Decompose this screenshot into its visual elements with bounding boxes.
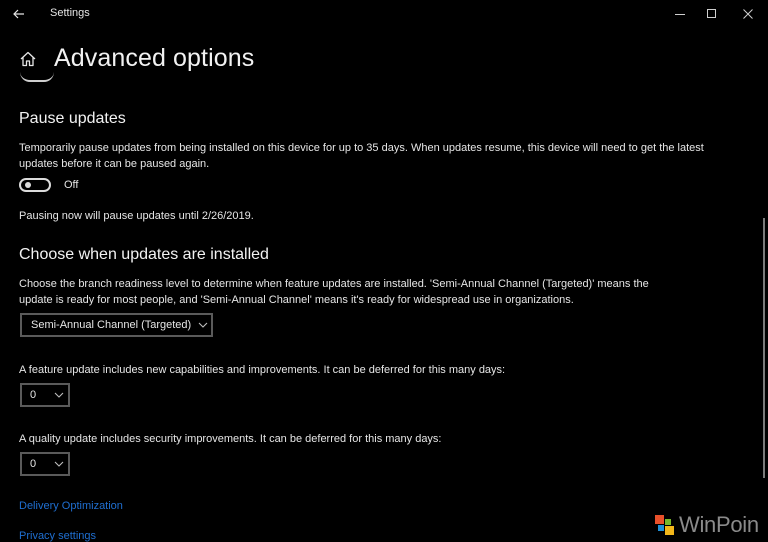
branch-readiness-value: Semi-Annual Channel (Targeted): [31, 319, 192, 331]
choose-when-heading: Choose when updates are installed: [19, 246, 269, 263]
toggle-knob: [25, 182, 31, 188]
winpoin-watermark: WinPoin: [655, 512, 759, 538]
maximize-button[interactable]: [698, 4, 726, 24]
choose-when-description: Choose the branch readiness level to det…: [19, 278, 649, 306]
back-arrow-icon: [13, 9, 24, 19]
winpoin-logo-icon: [655, 515, 675, 535]
home-icon: [20, 51, 36, 67]
pause-updates-toggle-label: Off: [64, 179, 79, 191]
title-bar: Settings: [0, 0, 768, 28]
back-button[interactable]: [8, 4, 30, 24]
page-title: Advanced options: [54, 44, 255, 72]
chevron-down-icon: [198, 322, 208, 328]
quality-update-days-dropdown[interactable]: 0: [20, 452, 70, 476]
previous-toggle-switch[interactable]: [20, 72, 54, 82]
privacy-settings-link[interactable]: Privacy settings: [19, 530, 96, 542]
settings-window: Settings Advanced options Pause updates …: [0, 0, 768, 542]
pause-updates-toggle[interactable]: [19, 178, 51, 192]
watermark-text: WinPoin: [679, 512, 759, 537]
delivery-optimization-link[interactable]: Delivery Optimization: [19, 500, 123, 512]
feature-update-days-value: 0: [30, 389, 37, 401]
app-title: Settings: [50, 7, 90, 19]
chevron-down-icon: [54, 461, 64, 467]
feature-update-days-dropdown[interactable]: 0: [20, 383, 70, 407]
quality-update-label: A quality update includes security impro…: [19, 433, 442, 445]
quality-update-days-value: 0: [30, 458, 37, 470]
chevron-down-icon: [54, 392, 64, 398]
close-button[interactable]: [734, 4, 762, 24]
scrollbar-thumb[interactable]: [763, 218, 765, 478]
pause-updates-heading: Pause updates: [19, 110, 126, 127]
branch-readiness-dropdown[interactable]: Semi-Annual Channel (Targeted): [20, 313, 213, 337]
close-icon: [743, 9, 753, 19]
minimize-icon: [675, 14, 685, 15]
pause-status-text: Pausing now will pause updates until 2/2…: [19, 210, 254, 222]
pause-updates-description: Temporarily pause updates from being ins…: [19, 142, 704, 170]
home-button[interactable]: [19, 50, 37, 68]
minimize-button[interactable]: [666, 4, 694, 24]
maximize-icon: [707, 9, 716, 18]
feature-update-label: A feature update includes new capabiliti…: [19, 364, 506, 376]
